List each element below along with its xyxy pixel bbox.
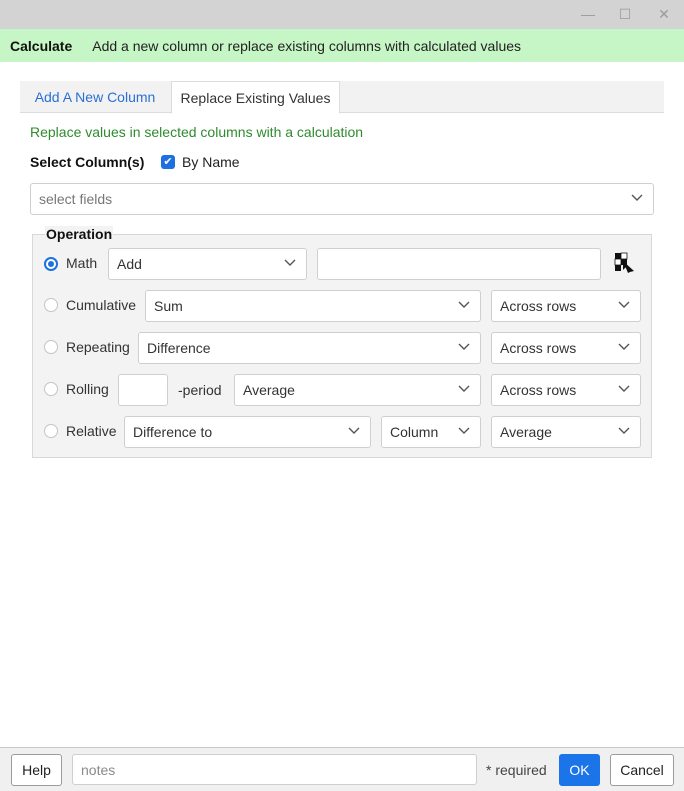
math-operand-input[interactable] [317, 248, 601, 280]
repeating-direction-value: Across rows [500, 340, 577, 356]
relative-label: Relative [66, 423, 117, 439]
window-titlebar: — ☐ ✕ [0, 0, 684, 29]
operation-legend: Operation [45, 226, 114, 242]
relative-function-value: Difference to [133, 424, 213, 440]
chevron-down-icon [458, 301, 470, 308]
chevron-down-icon [458, 385, 470, 392]
rolling-radio[interactable] [44, 382, 58, 396]
cumulative-direction-value: Across rows [500, 298, 577, 314]
relative-stat-select[interactable]: Average [491, 416, 641, 448]
chevron-down-icon [618, 427, 630, 434]
chevron-down-icon [618, 343, 630, 350]
relative-function-select[interactable]: Difference to [124, 416, 371, 448]
tab-description: Replace values in selected columns with … [30, 124, 364, 140]
select-fields-dropdown[interactable]: select fields [30, 183, 654, 215]
by-name-checkbox[interactable]: ✔ [161, 155, 175, 169]
checkmark-icon: ✔ [163, 155, 173, 168]
tab-add-new-column[interactable]: Add A New Column [20, 81, 170, 113]
rolling-label: Rolling [66, 381, 109, 397]
relative-stat-value: Average [500, 424, 552, 440]
help-button[interactable]: Help [11, 754, 62, 786]
math-operator-select[interactable]: Add [108, 248, 307, 280]
relative-scope-select[interactable]: Column [381, 416, 481, 448]
period-suffix-label: -period [178, 382, 222, 398]
minimize-button[interactable]: — [577, 4, 599, 24]
cumulative-radio[interactable] [44, 298, 58, 312]
chevron-down-icon [458, 343, 470, 350]
required-note: * required [486, 762, 547, 778]
relative-scope-value: Column [390, 424, 439, 440]
column-picker-icon[interactable] [614, 252, 636, 274]
cumulative-function-value: Sum [154, 298, 183, 314]
tab-replace-existing-values[interactable]: Replace Existing Values [171, 81, 340, 114]
chevron-down-icon [284, 259, 296, 266]
repeating-direction-select[interactable]: Across rows [491, 332, 641, 364]
select-columns-label: Select Column(s) [30, 154, 145, 170]
select-fields-placeholder: select fields [39, 191, 113, 207]
math-label: Math [66, 255, 98, 271]
close-button[interactable]: ✕ [653, 4, 675, 24]
dialog-banner: Calculate Add a new column or replace ex… [0, 29, 684, 62]
rolling-direction-select[interactable]: Across rows [491, 374, 641, 406]
chevron-down-icon [458, 427, 470, 434]
ok-button[interactable]: OK [559, 754, 600, 786]
math-radio[interactable] [44, 257, 58, 271]
repeating-function-value: Difference [147, 340, 211, 356]
minimize-icon: — [581, 6, 595, 22]
maximize-button[interactable]: ☐ [614, 4, 636, 24]
repeating-function-select[interactable]: Difference [138, 332, 481, 364]
dialog-description: Add a new column or replace existing col… [92, 37, 522, 54]
chevron-down-icon [348, 427, 360, 434]
repeating-label: Repeating [66, 339, 130, 355]
notes-input[interactable]: notes [72, 754, 477, 785]
relative-radio[interactable] [44, 424, 58, 438]
cumulative-direction-select[interactable]: Across rows [491, 290, 641, 322]
rolling-direction-value: Across rows [500, 382, 577, 398]
chevron-down-icon [618, 301, 630, 308]
rolling-period-input[interactable] [118, 374, 168, 406]
cancel-button[interactable]: Cancel [610, 754, 674, 786]
tab-bar: Add A New Column Replace Existing Values [20, 81, 664, 114]
math-operator-value: Add [117, 256, 142, 272]
by-name-label[interactable]: By Name [182, 154, 240, 170]
dialog-title: Calculate [10, 37, 73, 54]
cumulative-function-select[interactable]: Sum [145, 290, 481, 322]
chevron-down-icon [618, 385, 630, 392]
maximize-icon: ☐ [618, 5, 632, 22]
rolling-function-value: Average [243, 382, 295, 398]
cumulative-label: Cumulative [66, 297, 137, 313]
rolling-function-select[interactable]: Average [234, 374, 481, 406]
close-icon: ✕ [658, 5, 670, 22]
repeating-radio[interactable] [44, 340, 58, 354]
chevron-down-icon [631, 194, 643, 201]
